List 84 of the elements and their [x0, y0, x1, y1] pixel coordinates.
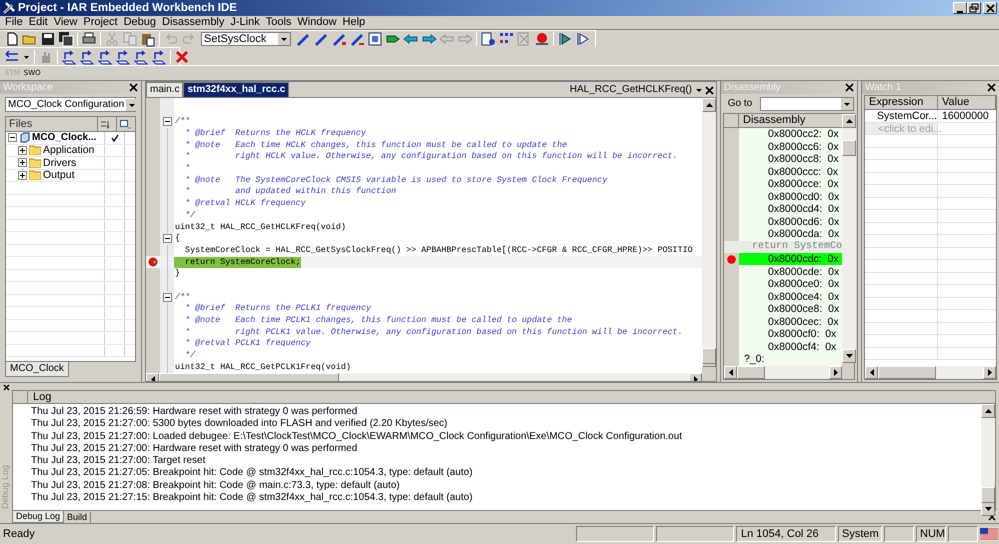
- code-line: * and updated within this function: [184, 186, 396, 198]
- tree-item[interactable]: Application: [43, 144, 94, 156]
- file-tab[interactable]: stm32f4xx_hal_rcc.c: [183, 82, 290, 97]
- column-header[interactable]: Log: [28, 391, 56, 403]
- code-line: */: [184, 210, 196, 221]
- pane-title: Debug Log: [0, 464, 12, 509]
- tree-item[interactable]: Drivers: [43, 157, 76, 168]
- code-line: * @retval PCLK1 frequency: [184, 338, 311, 350]
- tree-item[interactable]: MCO_Clock...: [32, 132, 96, 144]
- function-combo[interactable]: SetSysClock: [201, 32, 291, 46]
- code-line: *: [184, 163, 190, 174]
- status-message: Ready: [2, 526, 36, 542]
- disassembly-line: 0x8000cce: 0x: [767, 178, 840, 190]
- column-header[interactable]: Expression: [865, 96, 938, 109]
- disassembly-line: return SystemCo: [751, 240, 842, 253]
- disassembly-line: 0x8000cd4: 0x: [767, 203, 840, 216]
- log-line: Thu Jul 23, 2015 21:27:00: Hardware reset with strategy 0 was performed: [31, 442, 358, 456]
- disassembly-line: 0x8000ce0: 0x: [767, 278, 840, 290]
- file-tab[interactable]: main.c: [146, 82, 184, 97]
- code-line: * @brief Returns the HCLK frequency: [184, 128, 366, 140]
- pane-title: Watch 1: [865, 82, 902, 94]
- code-line: /**: [174, 116, 190, 128]
- menu-item[interactable]: Tools: [262, 16, 294, 29]
- disassembly-line: 0x8000ce4: 0x: [767, 290, 840, 303]
- menu-item[interactable]: File: [2, 16, 26, 29]
- code-line: * @brief Returns the PCLK1 frequency: [184, 303, 372, 314]
- log-line: Thu Jul 23, 2015 21:27:05: Breakpoint hit: Code @ stm32f4xx_hal_rcc.c:1054.3, type: default (auto): [31, 467, 474, 480]
- disassembly-line: 0x8000cec: 0x: [767, 316, 840, 328]
- log-line: Thu Jul 23, 2015 21:27:08: Breakpoint hit: Code @ main.c:73.3, type: default (auto): [31, 480, 401, 492]
- disassembly-line: 0x8000cc2: 0x: [767, 128, 840, 140]
- cursor-position: Ln 1054, Col 26: [736, 526, 836, 542]
- menu-item[interactable]: Help: [340, 16, 368, 29]
- log-line: Thu Jul 23, 2015 21:26:59: Hardware reset with strategy 0 was performed: [31, 406, 358, 418]
- status-mode: System: [838, 526, 882, 542]
- goto-label: Go to: [726, 97, 754, 111]
- menu-item[interactable]: Debug: [120, 16, 160, 29]
- disassembly-line: 0x8000cde: 0x: [767, 266, 840, 278]
- menu-item[interactable]: Disassembly: [159, 16, 228, 29]
- menu-item[interactable]: View: [50, 16, 80, 29]
- log-tab[interactable]: Build: [64, 512, 92, 522]
- column-header[interactable]: Value: [938, 96, 996, 109]
- num-lock-indicator: NUM: [916, 526, 946, 542]
- disassembly-line: 0x8000cf4: 0x: [767, 340, 838, 353]
- pane-title: Workspace: [3, 82, 54, 94]
- tree-item[interactable]: Output: [43, 170, 75, 181]
- workspace-tab[interactable]: MCO_Clock: [5, 362, 69, 377]
- menu-item[interactable]: J-Link: [227, 16, 263, 29]
- disassembly-line: 0x8000cc8: 0x: [767, 153, 840, 166]
- menu-item[interactable]: Project: [80, 16, 121, 29]
- code-line: * @note Each time HCLK changes, this function must be called to update the: [184, 140, 568, 151]
- log-line: Thu Jul 23, 2015 21:27:15: Breakpoint hit: Code @ stm32f4xx_hal_rcc.c:1054.3, type: default (auto): [31, 492, 474, 504]
- configuration-combo[interactable]: MCO_Clock Configuration: [5, 97, 136, 112]
- code-line: * @note The SystemCoreClock CMSIS variable is used to store System Clock Frequency: [184, 174, 608, 186]
- disassembly-line: ?_0:: [743, 353, 766, 366]
- menu-item[interactable]: Window: [294, 16, 340, 29]
- code-line: }: [174, 268, 180, 280]
- code-line: */: [184, 350, 196, 362]
- disassembly-line: 0x8000cd0: 0x: [767, 190, 840, 203]
- watch-expression[interactable]: SystemCor...: [865, 110, 938, 122]
- disassembly-line: 0x8000cda: 0x: [767, 228, 840, 240]
- disassembly-line: 0x8000cf0: 0x: [767, 328, 838, 340]
- log-tab[interactable]: Debug Log: [12, 511, 64, 523]
- function-selector[interactable]: HAL_RCC_GetHCLKFreq(): [570, 83, 694, 97]
- code-line: SystemCoreClock = HAL_RCC_GetSysClockFreq() >> APBAHBPrescTable[(RCC->CFGR & RCC_CFGR_HPRE)>> POSITIO: [184, 244, 693, 256]
- code-line: * @note Each time PCLK1 changes, this function must be called to update the: [184, 315, 572, 326]
- code-line: {: [174, 233, 180, 244]
- code-line: uint32_t HAL_RCC_GetHCLKFreq(void): [174, 222, 346, 233]
- code-line: /**: [174, 292, 190, 303]
- menu-item[interactable]: Edit: [26, 16, 51, 29]
- log-line: Thu Jul 23, 2015 21:27:00: 5300 bytes downloaded into FLASH and verified (2.20 Kbytes/sec): [31, 418, 448, 431]
- column-header[interactable]: Disassembly: [739, 114, 842, 127]
- watch-value: 16000000: [941, 110, 990, 122]
- disassembly-line: 0x8000ce8: 0x: [767, 303, 840, 316]
- window-title: Project - IAR Embedded Workbench IDE: [17, 1, 238, 15]
- log-line: Thu Jul 23, 2015 21:27:00: Target reset: [31, 455, 206, 468]
- pane-title: Disassembly: [724, 82, 782, 94]
- code-line: uint32_t HAL_RCC_GetPCLK1Freq(void): [174, 362, 351, 373]
- disassembly-line: 0x8000cc6: 0x: [767, 140, 840, 153]
- code-line: * right PCLK1 value. Otherwise, any configuration based on this function will be incorrect.: [184, 326, 683, 338]
- disassembly-line: 0x8000cd6: 0x: [767, 216, 840, 228]
- code-line: * right HCLK value. Otherwise, any configuration based on this function will be incorrect.: [184, 151, 678, 162]
- disassembly-line: 0x8000ccc: 0x: [767, 166, 840, 178]
- log-line: Thu Jul 23, 2015 21:27:00: Loaded debugee: E:\Test\ClockTest\MCO_Clock\EWARM\MCO_Clock Configuration\Exe\MCO_Clock Configuration.out: [31, 430, 684, 443]
- code-line: * @retval HCLK frequency: [184, 198, 306, 210]
